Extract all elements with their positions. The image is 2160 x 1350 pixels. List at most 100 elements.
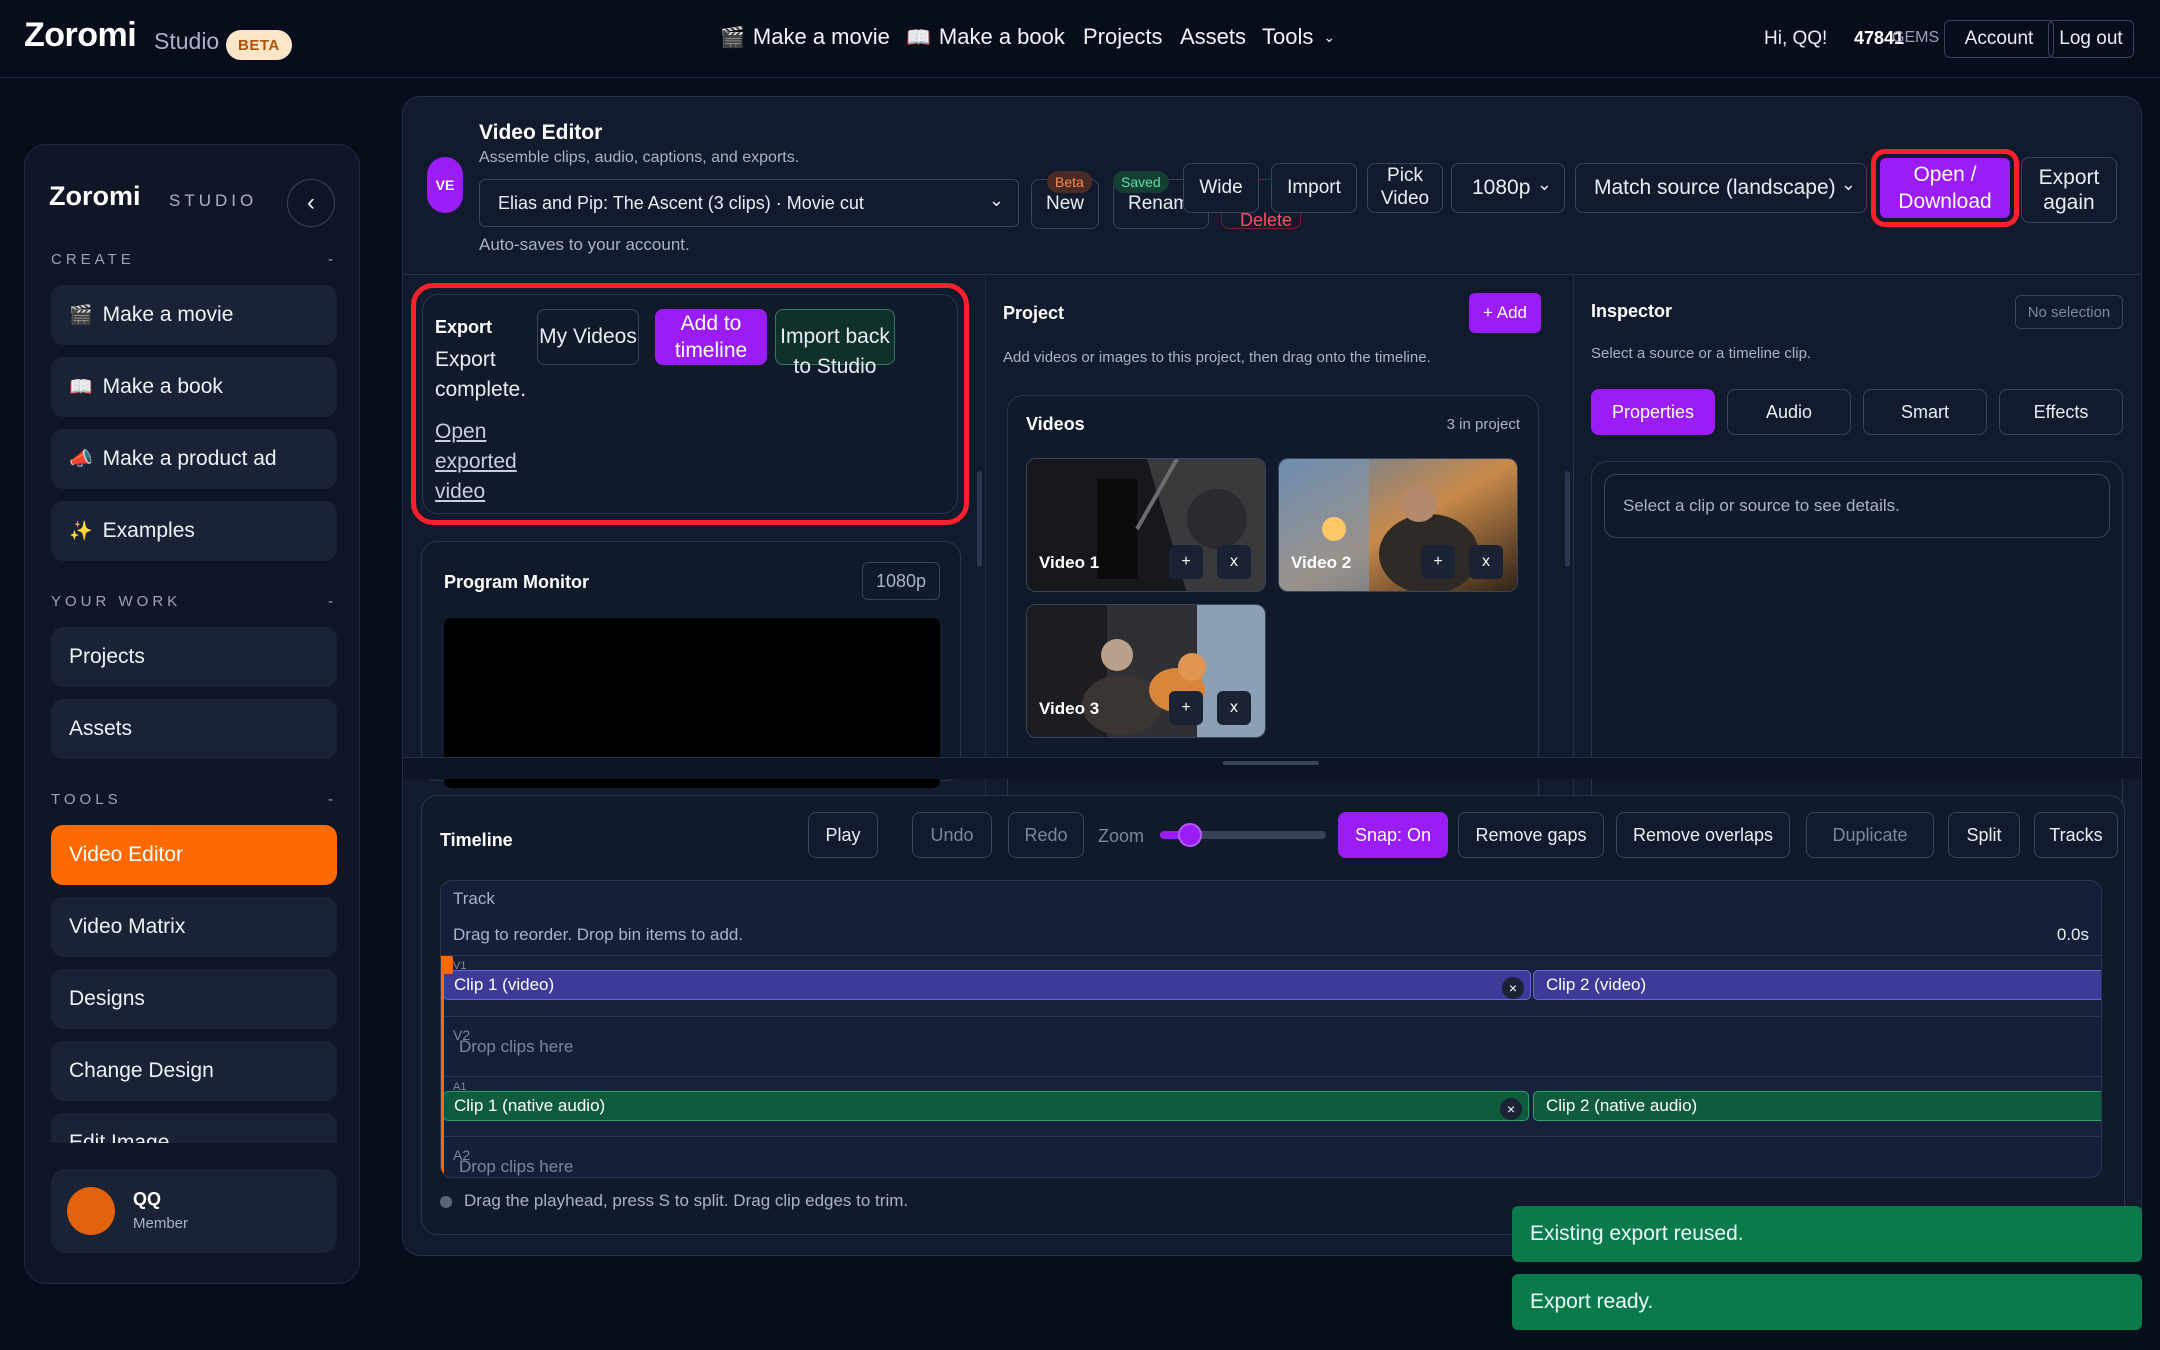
brand-logo[interactable]: Zoromi [24,16,137,55]
undo-button[interactable]: Undo [912,812,992,858]
close-icon[interactable]: × [1500,1098,1522,1120]
inspector-title: Inspector [1591,301,1673,321]
tab-smart[interactable]: Smart [1863,389,1987,435]
nav-projects[interactable]: Projects [1083,24,1162,50]
import-back-button[interactable]: Import back to Studio [775,309,895,378]
clip-2-audio[interactable]: Clip 2 (native audio) [1533,1091,2101,1121]
left-column-scrollbar[interactable] [977,471,982,567]
aspect-select[interactable]: Match source (landscape) ⌄ [1575,163,1867,213]
remove-video-icon[interactable]: x [1469,545,1503,579]
sidebar-item-edit-image[interactable]: Edit Image [51,1113,337,1143]
export-again-button[interactable]: Export again [2021,157,2117,223]
project-select[interactable]: Elias and Pip: The Ascent (3 clips) · Mo… [479,179,1019,227]
sidebar-item-video-editor[interactable]: Video Editor [51,825,337,885]
tab-properties[interactable]: Properties [1591,389,1715,435]
pick-video-button[interactable]: Pick Video [1367,163,1443,213]
playhead[interactable] [441,956,444,1177]
panel-splitter[interactable] [403,757,2141,779]
drop-zone[interactable]: Drop clips here [459,1037,573,1057]
open-download-button[interactable]: Open / Download [1880,158,2010,218]
clip-2-video[interactable]: Clip 2 (video) [1533,970,2101,1000]
sidebar-item-video-matrix[interactable]: Video Matrix [51,897,337,957]
sidebar-item-product-ad[interactable]: 📣 Make a product ad [51,429,337,489]
zoom-slider-thumb[interactable] [1177,823,1202,847]
duplicate-button[interactable]: Duplicate [1806,812,1934,858]
playhead-handle[interactable] [441,956,453,974]
section-collapse[interactable]: - [328,791,337,808]
sidebar-item-designs[interactable]: Designs [51,969,337,1029]
megaphone-icon: 📣 [69,449,93,470]
nav-label: Make a book [938,24,1065,49]
video-thumbnail[interactable]: Video 3 + x [1026,604,1266,738]
track-header-label: Track [453,889,495,908]
toast-export-reused: Existing export reused. [1512,1206,2142,1262]
logout-button[interactable]: Log out [2048,20,2134,58]
export-status: Export complete. [435,348,527,401]
chevron-down-icon: ⌄ [1536,174,1552,194]
remove-video-icon[interactable]: x [1217,545,1251,579]
import-button[interactable]: Import [1271,163,1357,213]
section-collapse[interactable]: - [328,593,337,610]
sidebar-item-make-movie[interactable]: 🎬 Make a movie [51,285,337,345]
add-to-timeline-icon[interactable]: + [1169,545,1203,579]
nav-make-movie[interactable]: 🎬 Make a movie [720,24,890,50]
project-scrollbar[interactable] [1565,471,1570,567]
tab-effects[interactable]: Effects [1999,389,2123,435]
project-title: Project [1003,303,1065,323]
wide-button[interactable]: Wide [1183,163,1259,213]
tracks-button[interactable]: Tracks [2034,812,2118,858]
play-button[interactable]: Play [808,812,878,858]
nav-assets[interactable]: Assets [1180,24,1246,50]
clip-1-video[interactable]: Clip 1 (video) × [443,970,1531,1000]
tab-audio[interactable]: Audio [1727,389,1851,435]
video-thumbnail[interactable]: Video 2 + x [1278,458,1518,592]
remove-video-icon[interactable]: x [1217,691,1251,725]
remove-overlaps-button[interactable]: Remove overlaps [1616,812,1790,858]
snap-toggle[interactable]: Snap: On [1338,812,1448,858]
collapse-sidebar-button[interactable]: ‹ [287,179,335,227]
videos-count: 3 in project [1446,416,1520,433]
section-tools: TOOLS - [51,791,337,808]
open-exported-link[interactable]: Open exported video [435,417,545,507]
track-a2: A2 Drop clips here [441,1136,2101,1177]
nav-label: Tools [1262,24,1314,49]
sidebar-item-label: Examples [102,519,195,542]
monitor-resolution[interactable]: 1080p [862,562,940,600]
sidebar-item-label: Make a movie [102,303,234,326]
sidebar-item-projects[interactable]: Projects [51,627,337,687]
remove-gaps-button[interactable]: Remove gaps [1458,812,1604,858]
section-label: CREATE [51,251,135,268]
export-panel: Export Export complete. Open exported vi… [422,294,958,514]
timeline-tracks: Track Drag to reorder. Drop bin items to… [440,880,2102,1178]
section-create: CREATE - [51,251,337,268]
editor-header: VE Video Editor Assemble clips, audio, c… [403,97,2141,275]
chevron-down-icon: ⌄ [1323,28,1336,45]
add-to-timeline-button[interactable]: Add to timeline [655,309,767,365]
videos-title: Videos [1026,414,1085,434]
splitter-handle[interactable] [1223,761,1319,765]
add-to-timeline-icon[interactable]: + [1169,691,1203,725]
account-button[interactable]: Account [1944,20,2054,58]
sidebar-item-examples[interactable]: ✨ Examples [51,501,337,561]
resolution-select[interactable]: 1080p ⌄ [1451,163,1565,213]
nav-tools[interactable]: Tools ⌄ [1262,24,1335,50]
nav-make-book[interactable]: 📖 Make a book [906,24,1065,50]
resolution-value: 1080p [1472,176,1531,200]
video-thumbnail[interactable]: Video 1 + x [1026,458,1266,592]
editor-badge: VE [427,157,463,213]
close-icon[interactable]: × [1502,977,1524,999]
sidebar-item-change-design[interactable]: Change Design [51,1041,337,1101]
drop-zone[interactable]: Drop clips here [459,1157,573,1177]
my-videos-button[interactable]: My Videos [537,309,639,365]
clip-1-audio[interactable]: Clip 1 (native audio) × [443,1091,1529,1121]
redo-button[interactable]: Redo [1008,812,1084,858]
clip-label: Clip 1 (native audio) [454,1096,606,1115]
sidebar-item-make-book[interactable]: 📖 Make a book [51,357,337,417]
section-collapse[interactable]: - [328,251,337,268]
user-card[interactable]: QQ Member [51,1169,337,1253]
add-to-timeline-icon[interactable]: + [1421,545,1455,579]
add-media-button[interactable]: + Add [1469,293,1541,333]
sidebar-item-assets[interactable]: Assets [51,699,337,759]
zoom-slider[interactable] [1160,823,1326,847]
split-button[interactable]: Split [1948,812,2020,858]
